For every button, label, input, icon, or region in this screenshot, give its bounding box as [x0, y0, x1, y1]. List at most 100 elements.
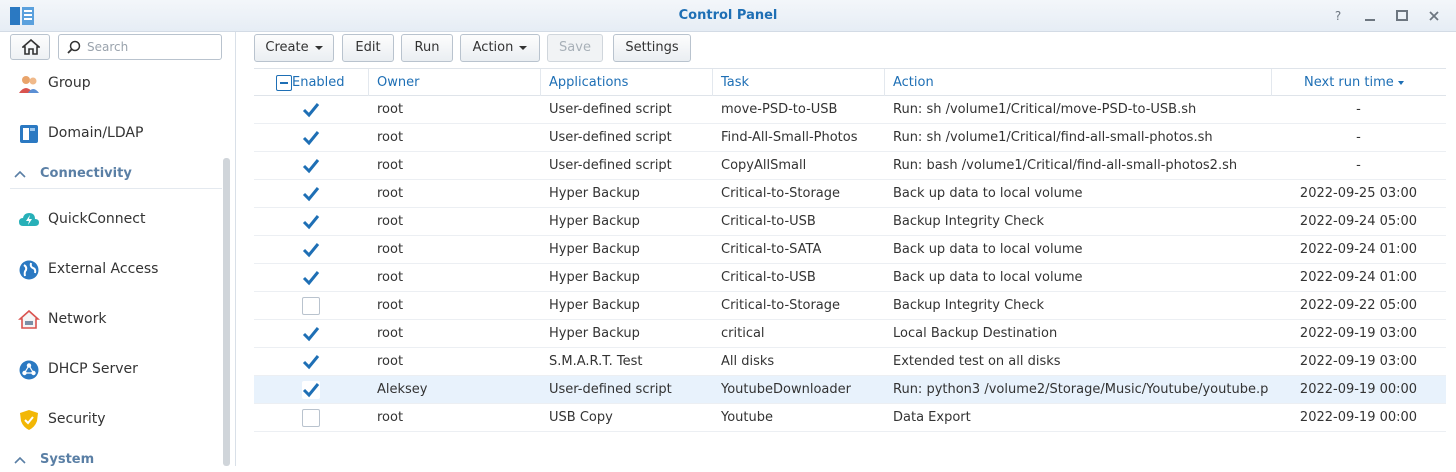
action-cell: Backup Integrity Check	[893, 298, 1045, 313]
table-row[interactable]: root Hyper Backup Critical-to-USB Back up d…	[254, 264, 1446, 292]
next-run-time-cell: 2022-09-22 05:00	[1299, 298, 1418, 313]
enabled-checkbox-checked[interactable]	[302, 157, 320, 175]
maximize-icon[interactable]	[1394, 8, 1410, 24]
section-label: Connectivity	[40, 166, 132, 181]
task-cell: Critical-to-Storage	[721, 298, 841, 313]
section-connectivity[interactable]: Connectivity	[0, 162, 222, 186]
task-cell: All disks	[721, 354, 775, 369]
action-cell: Back up data to local volume	[893, 270, 1083, 285]
column-next-run-time[interactable]: Next run time	[1271, 69, 1446, 96]
table-row[interactable]: Aleksey User-defined script YoutubeDownloa…	[254, 376, 1446, 404]
edit-button[interactable]: Edit	[342, 34, 394, 62]
enabled-checkbox-checked[interactable]	[302, 353, 320, 371]
action-button[interactable]: Action	[460, 34, 540, 62]
task-cell: Critical-to-SATA	[721, 242, 822, 257]
enabled-checkbox-checked[interactable]	[302, 241, 320, 259]
sidebar-scrollbar[interactable]	[223, 158, 230, 466]
sidebar-item-security[interactable]: Security	[0, 402, 222, 436]
application-cell: User-defined script	[549, 130, 672, 145]
column-label: Enabled	[292, 75, 345, 90]
help-icon[interactable]: ?	[1330, 8, 1346, 24]
table-row[interactable]: root Hyper Backup Critical-to-Storage Backu…	[254, 292, 1446, 320]
enabled-checkbox-checked[interactable]	[302, 269, 320, 287]
table-row[interactable]: root User-defined script move-PSD-to-USB Ru…	[254, 96, 1446, 124]
close-icon[interactable]	[1426, 8, 1442, 24]
application-cell: Hyper Backup	[549, 214, 640, 229]
sidebar-item-quickconnect[interactable]: QuickConnect	[0, 202, 222, 236]
table-row[interactable]: root USB Copy Youtube Data Export 2022-09-19…	[254, 404, 1446, 432]
table-row[interactable]: root S.M.A.R.T. Test All disks Extended tes…	[254, 348, 1446, 376]
sidebar-item-label: Domain/LDAP	[48, 125, 144, 141]
minimize-icon[interactable]	[1362, 8, 1378, 24]
sidebar-item-group[interactable]: Group	[0, 66, 222, 100]
task-cell: CopyAllSmall	[721, 158, 807, 173]
toolbar: Create Edit Run Action Save Settings	[237, 32, 1456, 70]
checkmark-icon	[302, 101, 320, 119]
save-button[interactable]: Save	[547, 34, 603, 62]
enabled-checkbox-checked[interactable]	[302, 129, 320, 147]
task-cell: Find-All-Small-Photos	[721, 130, 858, 145]
action-cell: Back up data to local volume	[893, 186, 1083, 201]
select-all-checkbox[interactable]	[276, 75, 292, 91]
search-icon	[67, 40, 81, 54]
action-cell: Run: python3 /volume2/Storage/Music/Yout…	[893, 382, 1268, 397]
sidebar-item-domain-ldap[interactable]: Domain/LDAP	[0, 116, 222, 150]
action-cell: Run: sh /volume1/Critical/move-PSD-to-US…	[893, 102, 1197, 117]
search-field[interactable]	[58, 34, 222, 60]
next-run-time-cell: 2022-09-24 01:00	[1299, 242, 1418, 257]
enabled-checkbox-checked[interactable]	[302, 325, 320, 343]
enabled-checkbox-checked[interactable]	[302, 101, 320, 119]
column-enabled[interactable]: Enabled	[254, 69, 368, 96]
column-applications[interactable]: Applications	[540, 69, 712, 96]
application-cell: Hyper Backup	[549, 270, 640, 285]
action-cell: Run: bash /volume1/Critical/find-all-sma…	[893, 158, 1238, 173]
network-icon	[18, 309, 40, 329]
owner-cell: root	[377, 130, 404, 145]
application-cell: User-defined script	[549, 158, 672, 173]
enabled-checkbox-checked[interactable]	[302, 213, 320, 231]
enabled-checkbox[interactable]	[302, 297, 320, 315]
task-cell: move-PSD-to-USB	[721, 102, 838, 117]
table-body: root User-defined script move-PSD-to-USB Ru…	[254, 96, 1446, 432]
create-button[interactable]: Create	[254, 34, 334, 62]
next-run-time-cell: 2022-09-19 00:00	[1299, 410, 1418, 425]
owner-cell: Aleksey	[377, 382, 428, 397]
table-row[interactable]: root Hyper Backup Critical-to-SATA Back up …	[254, 236, 1446, 264]
column-task[interactable]: Task	[712, 69, 884, 96]
next-run-time-cell: 2022-09-25 03:00	[1299, 186, 1418, 201]
checkmark-icon	[302, 129, 320, 147]
enabled-checkbox-checked[interactable]	[302, 185, 320, 203]
sidebar-item-label: External Access	[48, 261, 159, 277]
chevron-up-icon	[14, 456, 26, 464]
checkmark-icon	[302, 269, 320, 287]
owner-cell: root	[377, 214, 404, 229]
table-row[interactable]: root Hyper Backup critical Local Backup Des…	[254, 320, 1446, 348]
section-system[interactable]: System	[0, 448, 222, 472]
enabled-checkbox-checked[interactable]	[302, 381, 320, 399]
settings-button[interactable]: Settings	[613, 34, 691, 62]
sidebar-item-label: Network	[48, 311, 107, 327]
application-cell: Hyper Backup	[549, 242, 640, 257]
sidebar-item-dhcp-server[interactable]: DHCP Server	[0, 352, 222, 386]
owner-cell: root	[377, 102, 404, 117]
run-button[interactable]: Run	[401, 34, 453, 62]
table-row[interactable]: root User-defined script CopyAllSmall Run: …	[254, 152, 1446, 180]
sort-desc-icon	[1397, 80, 1404, 85]
table-row[interactable]: root Hyper Backup Critical-to-USB Backup In…	[254, 208, 1446, 236]
column-owner[interactable]: Owner	[368, 69, 540, 96]
chevron-up-icon	[14, 170, 26, 178]
owner-cell: root	[377, 354, 404, 369]
owner-cell: root	[377, 186, 404, 201]
checkmark-icon	[302, 185, 320, 203]
enabled-checkbox[interactable]	[302, 409, 320, 427]
table-row[interactable]: root User-defined script Find-All-Small-Ph…	[254, 124, 1446, 152]
home-button[interactable]	[10, 34, 50, 60]
sidebar-item-network[interactable]: Network	[0, 302, 222, 336]
sidebar-item-external-access[interactable]: External Access	[0, 252, 222, 286]
search-input[interactable]	[87, 38, 217, 56]
sidebar-item-label: Group	[48, 75, 91, 91]
column-action[interactable]: Action	[884, 69, 1271, 96]
checkmark-icon	[302, 213, 320, 231]
table-row[interactable]: root Hyper Backup Critical-to-Storage Back …	[254, 180, 1446, 208]
task-cell: Critical-to-USB	[721, 214, 816, 229]
